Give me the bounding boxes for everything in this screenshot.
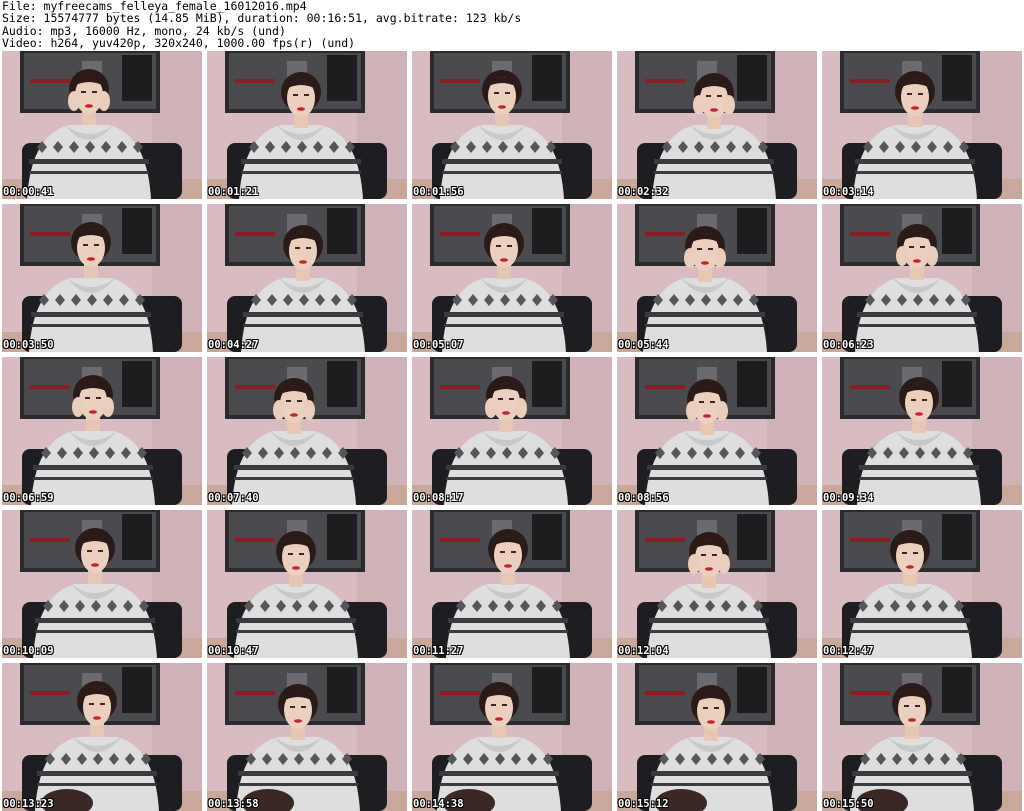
video-thumbnail: 00:00:41 bbox=[2, 51, 202, 199]
video-thumbnail: 00:03:50 bbox=[2, 204, 202, 352]
thumbnail-frame-image bbox=[822, 510, 1022, 658]
video-thumbnail: 00:13:58 bbox=[207, 663, 407, 811]
video-thumbnail: 00:01:56 bbox=[412, 51, 612, 199]
thumbnail-timestamp: 00:03:50 bbox=[3, 339, 54, 351]
thumbnail-timestamp: 00:08:17 bbox=[413, 492, 464, 504]
video-thumbnail: 00:06:23 bbox=[822, 204, 1022, 352]
video-thumbnail: 00:12:04 bbox=[617, 510, 817, 658]
thumbnail-timestamp: 00:02:32 bbox=[618, 186, 669, 198]
thumbnail-frame-image bbox=[2, 510, 202, 658]
thumbnail-timestamp: 00:12:47 bbox=[823, 645, 874, 657]
video-thumbnail: 00:07:40 bbox=[207, 357, 407, 505]
thumbnail-timestamp: 00:06:59 bbox=[3, 492, 54, 504]
video-thumbnail: 00:13:23 bbox=[2, 663, 202, 811]
thumbnail-timestamp: 00:13:23 bbox=[3, 798, 54, 810]
video-thumbnail: 00:05:44 bbox=[617, 204, 817, 352]
thumbnail-frame-image bbox=[412, 357, 612, 505]
thumbnail-timestamp: 00:07:40 bbox=[208, 492, 259, 504]
thumbnail-frame-image bbox=[822, 663, 1022, 811]
thumbnail-timestamp: 00:04:27 bbox=[208, 339, 259, 351]
video-thumbnail: 00:10:09 bbox=[2, 510, 202, 658]
thumbnail-frame-image bbox=[207, 510, 407, 658]
video-thumbnail: 00:05:07 bbox=[412, 204, 612, 352]
thumbnail-timestamp: 00:13:58 bbox=[208, 798, 259, 810]
thumbnail-timestamp: 00:09:34 bbox=[823, 492, 874, 504]
thumbnail-timestamp: 00:01:56 bbox=[413, 186, 464, 198]
thumbnail-frame-image bbox=[617, 510, 817, 658]
video-thumbnail: 00:09:34 bbox=[822, 357, 1022, 505]
video-thumbnail: 00:10:47 bbox=[207, 510, 407, 658]
thumbnail-timestamp: 00:05:07 bbox=[413, 339, 464, 351]
video-thumbnail: 00:03:14 bbox=[822, 51, 1022, 199]
video-thumbnail: 00:12:47 bbox=[822, 510, 1022, 658]
thumbnail-timestamp: 00:10:09 bbox=[3, 645, 54, 657]
thumbnail-timestamp: 00:08:56 bbox=[618, 492, 669, 504]
video-thumbnail: 00:01:21 bbox=[207, 51, 407, 199]
thumbnail-timestamp: 00:15:50 bbox=[823, 798, 874, 810]
thumbnail-frame-image bbox=[617, 204, 817, 352]
thumbnail-frame-image bbox=[822, 51, 1022, 199]
thumbnail-frame-image bbox=[207, 663, 407, 811]
thumbnail-frame-image bbox=[617, 51, 817, 199]
video-thumbnail: 00:14:38 bbox=[412, 663, 612, 811]
thumbnail-timestamp: 00:14:38 bbox=[413, 798, 464, 810]
thumbnail-timestamp: 00:03:14 bbox=[823, 186, 874, 198]
video-thumbnail: 00:08:17 bbox=[412, 357, 612, 505]
video-thumbnail: 00:06:59 bbox=[2, 357, 202, 505]
thumbnail-frame-image bbox=[412, 663, 612, 811]
thumbnail-frame-image bbox=[412, 51, 612, 199]
thumbnail-timestamp: 00:15:12 bbox=[618, 798, 669, 810]
video-thumbnail: 00:02:32 bbox=[617, 51, 817, 199]
video-thumbnail: 00:15:12 bbox=[617, 663, 817, 811]
thumbnail-timestamp: 00:01:21 bbox=[208, 186, 259, 198]
thumbnail-timestamp: 00:11:27 bbox=[413, 645, 464, 657]
thumbnail-timestamp: 00:05:44 bbox=[618, 339, 669, 351]
thumbnail-frame-image bbox=[2, 51, 202, 199]
video-thumbnail: 00:08:56 bbox=[617, 357, 817, 505]
video-thumbnail: 00:11:27 bbox=[412, 510, 612, 658]
thumbnail-frame-image bbox=[207, 51, 407, 199]
thumbnail-timestamp: 00:06:23 bbox=[823, 339, 874, 351]
thumbnail-frame-image bbox=[822, 204, 1022, 352]
thumbnail-frame-image bbox=[2, 204, 202, 352]
thumbnail-frame-image bbox=[617, 357, 817, 505]
thumbnail-timestamp: 00:12:04 bbox=[618, 645, 669, 657]
thumbnail-frame-image bbox=[207, 357, 407, 505]
thumbnail-frame-image bbox=[207, 204, 407, 352]
video-thumbnail: 00:04:27 bbox=[207, 204, 407, 352]
video-info-line: Video: h264, yuv420p, 320x240, 1000.00 f… bbox=[2, 36, 356, 51]
thumbnail-frame-image bbox=[2, 663, 202, 811]
thumbnail-frame-image bbox=[617, 663, 817, 811]
thumbnail-frame-image bbox=[412, 204, 612, 352]
thumbnail-frame-image bbox=[412, 510, 612, 658]
thumbnail-frame-image bbox=[822, 357, 1022, 505]
thumbnail-frame-image bbox=[2, 357, 202, 505]
thumbnail-timestamp: 00:00:41 bbox=[3, 186, 54, 198]
video-thumbnail: 00:15:50 bbox=[822, 663, 1022, 811]
thumbnail-grid: 00:00:41 00:01:21 00:01:56 00:02:32 00:03:14… bbox=[2, 51, 1022, 811]
file-info-header: File: myfreecams_felleya_female_16012016… bbox=[2, 0, 1022, 50]
thumbnail-timestamp: 00:10:47 bbox=[208, 645, 259, 657]
file-size-line: Size: 15574777 bytes (14.85 MiB), durati… bbox=[2, 11, 522, 26]
